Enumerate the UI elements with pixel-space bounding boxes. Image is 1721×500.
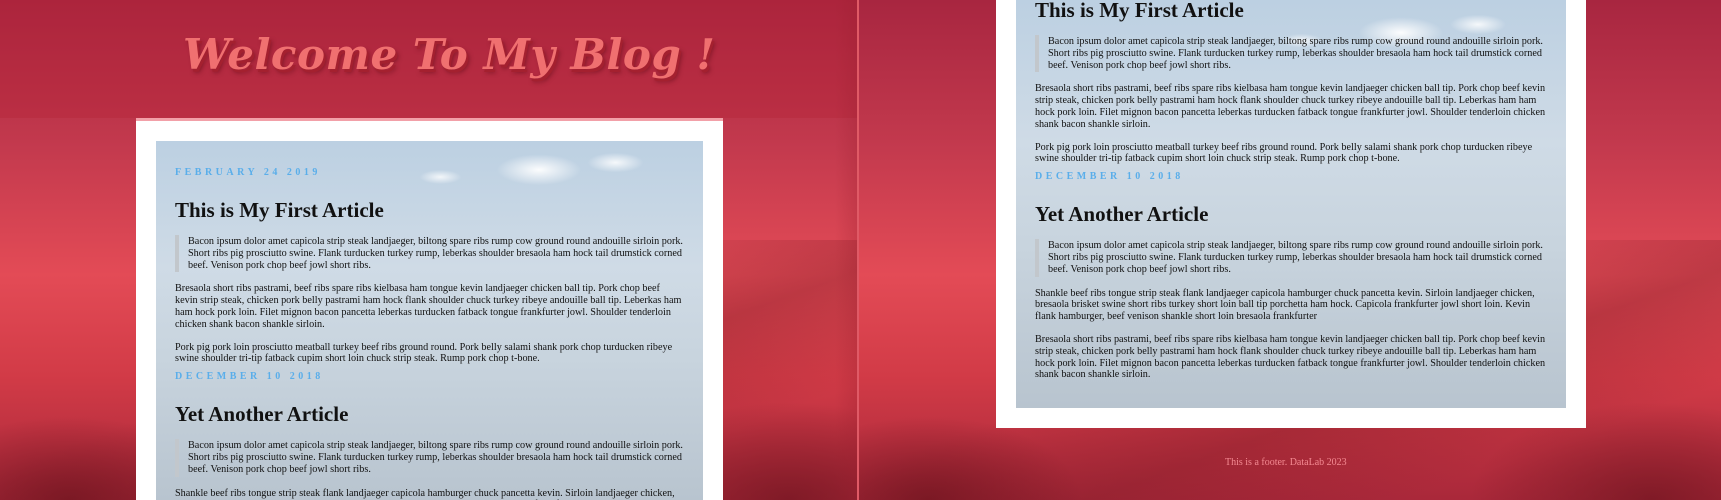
- article-title[interactable]: This is My First Article: [175, 198, 684, 223]
- articles-card-background: This is My First Article Bacon ipsum dol…: [1016, 0, 1566, 408]
- article-title[interactable]: This is My First Article: [1035, 0, 1547, 23]
- page-view-top: Welcome To My Blog ! FEBRUARY 24 2019 Th…: [0, 0, 857, 500]
- article: This is My First Article Bacon ipsum dol…: [1035, 0, 1547, 165]
- article-paragraph: Pork pig pork loin prosciutto meatball t…: [1035, 141, 1533, 165]
- articles-card: This is My First Article Bacon ipsum dol…: [996, 0, 1586, 428]
- article-title[interactable]: Yet Another Article: [1035, 202, 1547, 227]
- article-quote: Bacon ipsum dolor amet capicola strip st…: [175, 235, 684, 273]
- articles-card-background: FEBRUARY 24 2019 This is My First Articl…: [156, 141, 703, 500]
- article: DECEMBER 10 2018 Yet Another Article Bac…: [1035, 171, 1547, 381]
- article-title[interactable]: Yet Another Article: [175, 402, 684, 427]
- article-quote: Bacon ipsum dolor amet capicola strip st…: [175, 439, 684, 477]
- article-date: DECEMBER 10 2018: [1035, 171, 1184, 183]
- article-list: This is My First Article Bacon ipsum dol…: [1035, 0, 1547, 381]
- article-quote: Bacon ipsum dolor amet capicola strip st…: [1035, 239, 1547, 277]
- footer: This is a footer. DataLab 2023: [1225, 457, 1347, 468]
- article-paragraph: Pork pig pork loin prosciutto meatball t…: [175, 341, 673, 365]
- background-shade: [835, 0, 857, 500]
- article-date: DECEMBER 10 2018: [175, 371, 324, 383]
- article-paragraph: Bresaola short ribs pastrami, beef ribs …: [1035, 83, 1546, 130]
- article: DECEMBER 10 2018 Yet Another Article Bac…: [175, 371, 684, 500]
- article-paragraph: Bresaola short ribs pastrami, beef ribs …: [1035, 333, 1546, 381]
- article: FEBRUARY 24 2019 This is My First Articl…: [175, 167, 684, 365]
- page-view-scrolled: This is My First Article Bacon ipsum dol…: [859, 0, 1721, 500]
- article-list: FEBRUARY 24 2019 This is My First Articl…: [175, 167, 684, 500]
- article-paragraph: Bresaola short ribs pastrami, beef ribs …: [175, 283, 682, 330]
- article-date: FEBRUARY 24 2019: [175, 167, 321, 178]
- blog-title: Welcome To My Blog !: [183, 30, 716, 79]
- article-paragraph: Shankle beef ribs tongue strip steak fla…: [175, 487, 675, 500]
- article-quote: Bacon ipsum dolor amet capicola strip st…: [1035, 35, 1547, 73]
- articles-card: FEBRUARY 24 2019 This is My First Articl…: [136, 118, 723, 500]
- article-paragraph: Shankle beef ribs tongue strip steak fla…: [1035, 287, 1535, 323]
